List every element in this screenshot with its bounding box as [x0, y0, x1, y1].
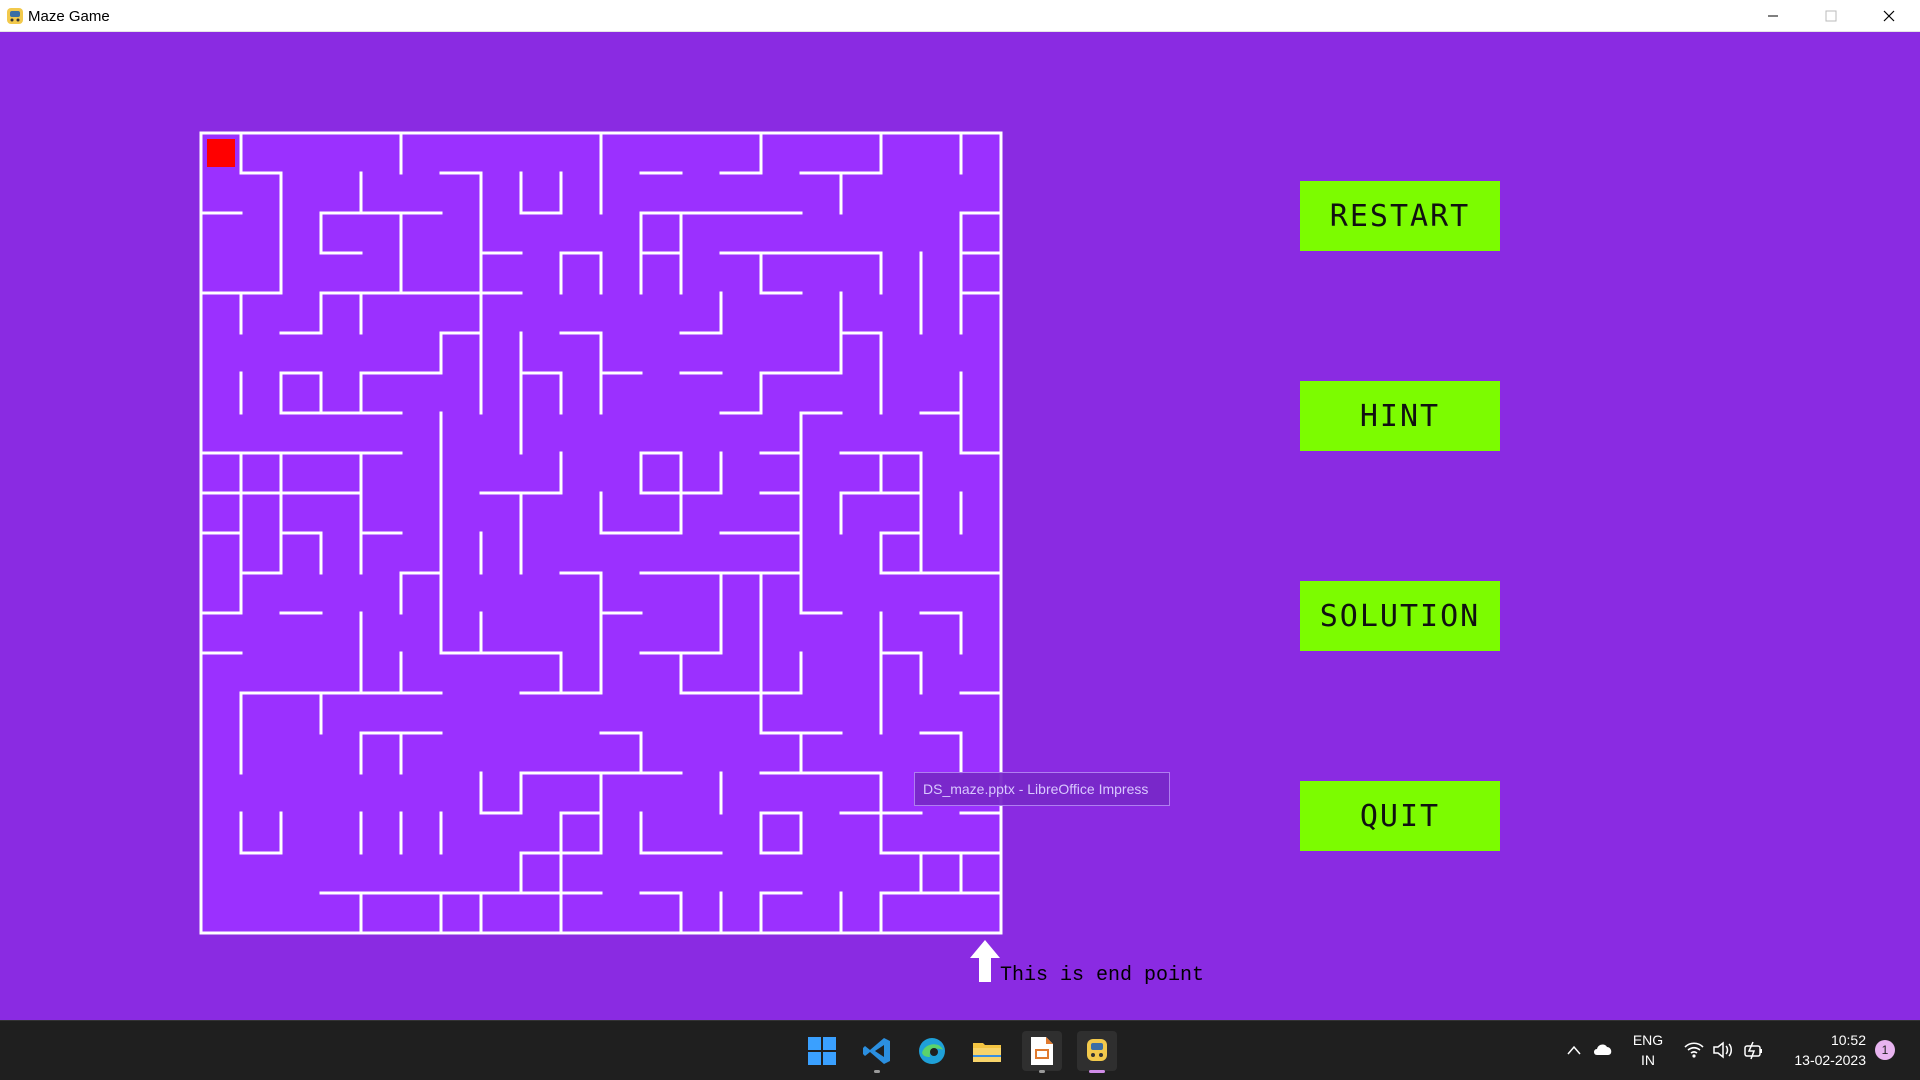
maze-grid: [199, 131, 1003, 935]
hint-button[interactable]: HINT: [1300, 381, 1500, 451]
taskbar-tooltip: DS_maze.pptx - LibreOffice Impress: [914, 772, 1170, 806]
end-point-label: This is end point: [1000, 964, 1205, 987]
player-square: [207, 139, 235, 167]
running-indicator: [874, 1070, 880, 1073]
notification-badge[interactable]: 1: [1875, 1040, 1895, 1060]
onedrive-cloud-icon[interactable]: [1592, 1041, 1614, 1057]
window-title: Maze Game: [28, 8, 110, 25]
up-arrow-icon: [970, 940, 1000, 982]
volume-icon[interactable]: [1712, 1041, 1734, 1059]
language-indicator-line1[interactable]: ENG: [1630, 1032, 1666, 1048]
title-bar: Maze Game: [0, 0, 1920, 32]
active-indicator: [1089, 1070, 1105, 1073]
start-button[interactable]: [802, 1031, 842, 1071]
taskbar-edge[interactable]: [912, 1031, 952, 1071]
taskbar-file-explorer[interactable]: [967, 1031, 1007, 1071]
close-icon: [1883, 10, 1895, 22]
python-icon: [1087, 1039, 1107, 1061]
close-button[interactable]: [1861, 0, 1917, 32]
libreoffice-impress-icon: [1031, 1037, 1053, 1065]
quit-button[interactable]: QUIT: [1300, 781, 1500, 851]
taskbar-libreoffice-impress[interactable]: [1022, 1031, 1062, 1073]
battery-charging-icon[interactable]: [1742, 1040, 1764, 1060]
file-explorer-icon: [973, 1043, 1001, 1062]
chevron-up-icon[interactable]: [1566, 1043, 1582, 1057]
clock-date[interactable]: 13-02-2023: [1776, 1052, 1866, 1068]
maximize-button[interactable]: [1803, 0, 1859, 32]
python-icon: [7, 8, 23, 24]
taskbar-python[interactable]: [1077, 1031, 1117, 1073]
minimize-button[interactable]: [1745, 0, 1801, 32]
windows-start-icon: [808, 1037, 836, 1065]
running-indicator: [1039, 1070, 1045, 1073]
wifi-icon[interactable]: [1684, 1041, 1704, 1059]
solution-button[interactable]: SOLUTION: [1300, 581, 1500, 651]
taskbar-vscode[interactable]: [857, 1031, 897, 1073]
maximize-icon: [1825, 10, 1837, 22]
taskbar: ENG IN 10:52 13-02-2023: [0, 1020, 1920, 1080]
language-indicator-line2[interactable]: IN: [1630, 1052, 1666, 1068]
clock-time[interactable]: 10:52: [1776, 1032, 1866, 1048]
vscode-icon: [863, 1038, 890, 1064]
restart-button[interactable]: RESTART: [1300, 181, 1500, 251]
edge-icon: [919, 1038, 945, 1064]
minimize-icon: [1768, 15, 1778, 17]
